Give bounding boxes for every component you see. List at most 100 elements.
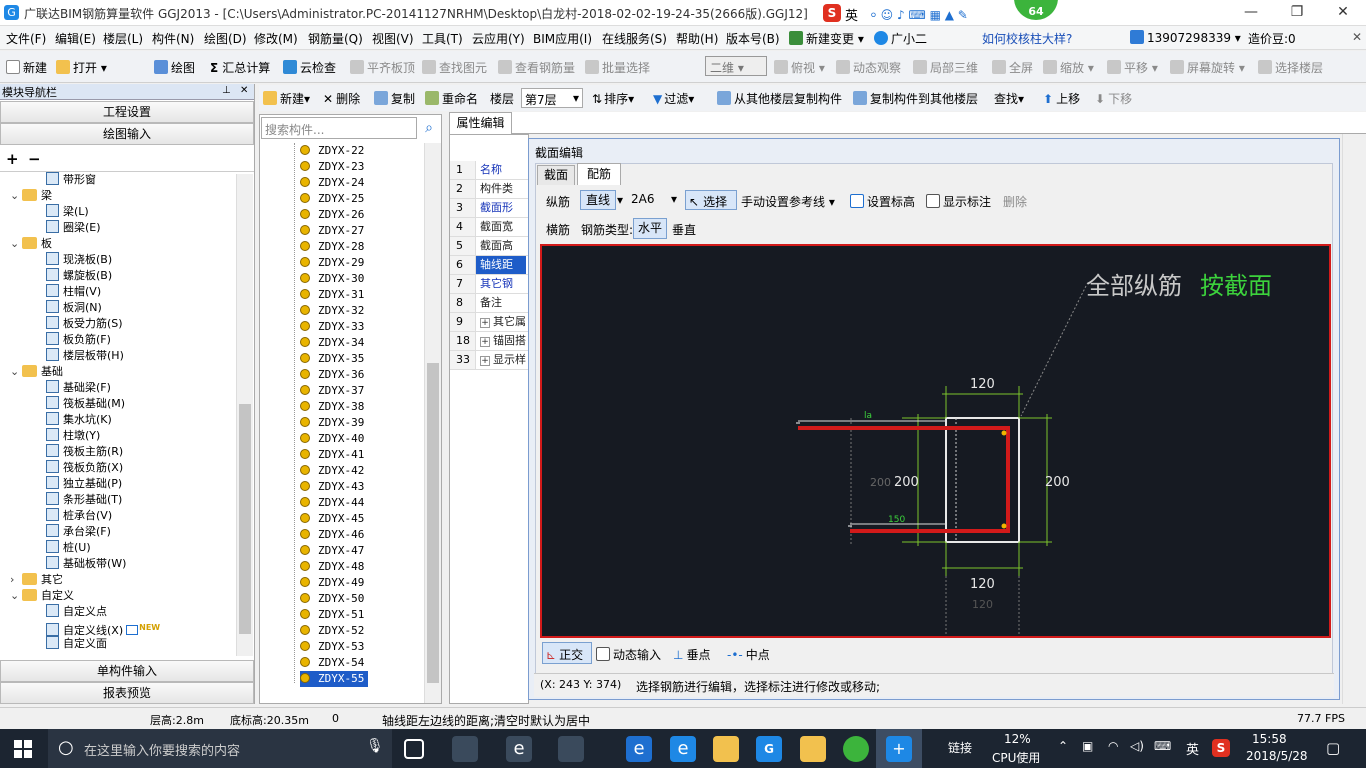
tree-node[interactable]: 楼层板带(H) [46,348,124,364]
section-drawing[interactable]: 全部纵筋 按截面 120 120 120 200 200 200 la 150 [542,246,1329,636]
ime-lang-label[interactable]: 英 [845,5,858,24]
tray-app-icon[interactable]: ▣ [1082,739,1093,753]
list-scrollbar[interactable] [424,143,441,703]
clock-date[interactable]: 2018/5/28 [1246,749,1308,763]
component-list-item[interactable]: ZDYX-54 [300,655,368,671]
tree-expand-icon[interactable]: ⌄ [10,236,22,252]
wifi-icon[interactable]: ◠ [1108,739,1118,753]
menubar-close-icon[interactable]: ✕ [1352,30,1362,44]
green-app-icon[interactable] [843,736,869,762]
active-app-slot[interactable]: + [876,729,922,768]
component-list-item[interactable]: ZDYX-55 [300,671,369,687]
tree-expand-icon[interactable]: ⌄ [10,364,22,380]
find-element-button[interactable]: 查找图元 [422,59,487,76]
menu-tools[interactable]: 工具(T) [422,30,463,47]
component-list-item[interactable]: ZDYX-37 [300,383,368,399]
manual-ref-line-button[interactable]: 手动设置参考线 ▾ [741,193,835,210]
score-badge[interactable]: 64 [1014,0,1058,20]
annotation-by-section[interactable]: 按截面 [1200,272,1272,300]
tree-expand-icon[interactable]: › [10,572,22,588]
volume-icon[interactable]: ◁) [1130,739,1144,753]
component-list-item[interactable]: ZDYX-48 [300,559,368,575]
menu-edit[interactable]: 编辑(E) [55,30,96,47]
tree-node[interactable]: 自定义点 [46,604,107,620]
horizontal-button[interactable]: 水平 [633,218,667,239]
tree-node[interactable]: 自定义线(X) NEW [46,620,160,637]
expand-plus-icon[interactable]: + [480,318,490,328]
tree-node[interactable]: 圈梁(E) [46,220,101,236]
windows-start-icon[interactable] [14,740,32,758]
menu-help[interactable]: 帮助(H) [676,30,718,47]
filter-button[interactable]: ▼ 过滤▾ [653,90,694,107]
screen-rotate-button[interactable]: 屏幕旋转 ▾ [1170,59,1245,76]
close-button[interactable]: ✕ [1320,0,1366,26]
help-link[interactable]: 如何校核柱大样? [982,30,1072,47]
tree-node[interactable]: 螺旋板(B) [46,268,112,284]
component-list-item[interactable]: ZDYX-51 [300,607,368,623]
component-list-item[interactable]: ZDYX-39 [300,415,368,431]
component-list-item[interactable]: ZDYX-43 [300,479,368,495]
new-button[interactable]: 新建 [6,59,47,76]
dim-150-text[interactable]: 150 [888,515,905,525]
dim-top-text[interactable]: 120 [970,377,995,392]
clock-time[interactable]: 15:58 [1252,732,1287,746]
component-list-item[interactable]: ZDYX-47 [300,543,368,559]
annotation-all-rebar[interactable]: 全部纵筋 [1086,272,1182,300]
taskbar-lang[interactable]: 英 [1186,739,1199,758]
tree-node[interactable]: 基础梁(F) [46,380,111,396]
tree-node[interactable]: ⌄ 板 [10,236,52,252]
tray-chevron-icon[interactable]: ⌃ [1058,739,1068,753]
expand-plus-icon[interactable]: + [480,337,490,347]
menu-draw[interactable]: 绘图(D) [204,30,247,47]
component-list-item[interactable]: ZDYX-28 [300,239,368,255]
property-row[interactable]: 7 其它钢 [450,275,530,294]
menu-version[interactable]: 版本号(B) [726,30,780,47]
component-list-item[interactable]: ZDYX-24 [300,175,368,191]
tree-node[interactable]: 板受力筋(S) [46,316,123,332]
cloud-check-button[interactable]: 云检查 [283,59,336,76]
ortho-toggle[interactable]: ⊾ 正交 [542,642,592,664]
summary-calc-button[interactable]: Σ 汇总计算 [210,59,270,76]
component-list-item[interactable]: ZDYX-25 [300,191,368,207]
dim-right-text[interactable]: 200 [1045,475,1070,490]
component-list-item[interactable]: ZDYX-38 [300,399,368,415]
maximize-button[interactable]: ❐ [1274,0,1320,26]
tree-node[interactable]: › 其它 [10,572,63,588]
rebar-spec-select[interactable]: 2A6 ▾ [628,190,680,210]
property-row[interactable]: 6 轴线距 [450,256,530,275]
find-button[interactable]: 查找▾ [994,90,1024,107]
dim-bottom-text[interactable]: 120 [970,577,995,592]
menu-file[interactable]: 文件(F) [6,30,46,47]
component-list-item[interactable]: ZDYX-41 [300,447,368,463]
view-mode-select[interactable]: 二维 ▾ [705,56,767,76]
component-list-item[interactable]: ZDYX-29 [300,255,368,271]
list-scroll-thumb[interactable] [427,363,439,683]
menu-bim[interactable]: BIM应用(I) [533,30,592,47]
component-list-item[interactable]: ZDYX-33 [300,319,368,335]
tree-node[interactable]: 带形窗 [46,172,96,188]
user-account[interactable]: 13907298339 ▾ [1130,30,1241,45]
select-tool-button[interactable]: ↖ 选择 [685,190,737,210]
component-list-item[interactable]: ZDYX-42 [300,463,368,479]
task-view-icon[interactable] [404,739,424,759]
edge-ie-icon[interactable]: e [506,736,532,762]
dim-left-text[interactable]: 200 [894,475,919,490]
property-row[interactable]: 8 备注 [450,294,530,313]
single-component-input-button[interactable]: 单构件输入 [0,660,254,682]
component-list-item[interactable]: ZDYX-27 [300,223,368,239]
tree-expand-icon[interactable]: ⌄ [10,188,22,204]
menu-view[interactable]: 视图(V) [372,30,414,47]
set-elevation-button[interactable]: 设置标高 [850,193,915,210]
property-row[interactable]: 1 名称 [450,161,530,180]
midpoint-snap-toggle[interactable]: -•- 中点 [727,646,770,663]
property-row[interactable]: 2 构件类 [450,180,530,199]
tree-node[interactable]: 桩承台(V) [46,508,112,524]
comp-rename-button[interactable]: 重命名 [425,90,478,107]
component-list-item[interactable]: ZDYX-40 [300,431,368,447]
rebar-point-top[interactable] [1001,430,1007,436]
menu-modify[interactable]: 修改(M) [254,30,298,47]
component-list-item[interactable]: ZDYX-53 [300,639,368,655]
component-list-item[interactable]: ZDYX-50 [300,591,368,607]
tree-node[interactable]: 筏板负筋(X) [46,460,123,476]
tree-node[interactable]: 集水坑(K) [46,412,112,428]
